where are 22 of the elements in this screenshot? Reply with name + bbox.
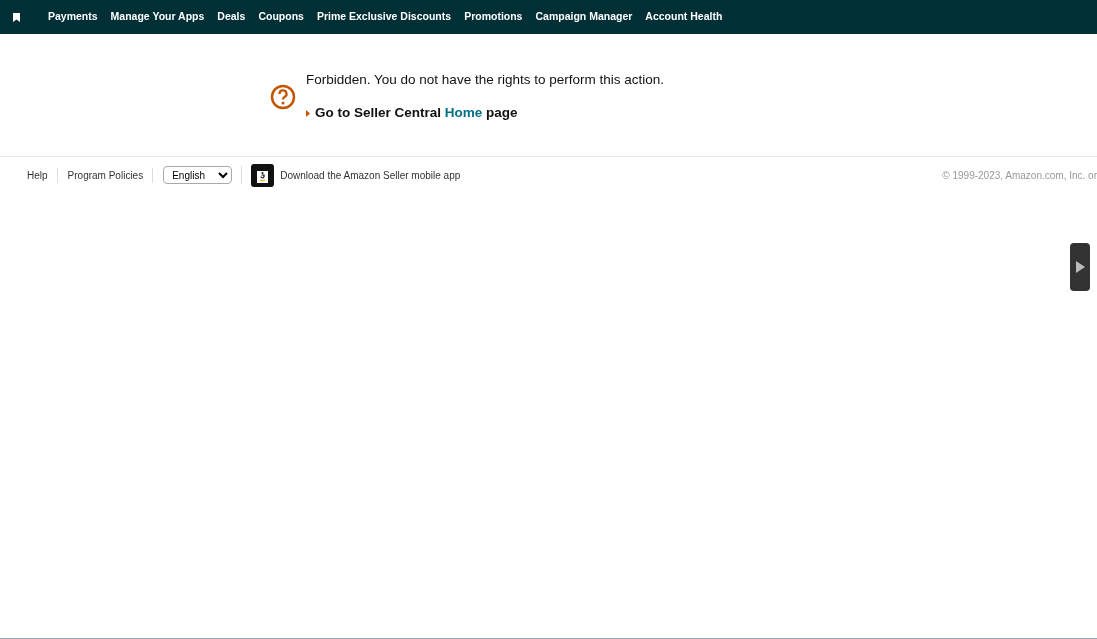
footer-link[interactable]: Help	[27, 167, 58, 183]
side-panel-toggle[interactable]	[1070, 243, 1090, 291]
question-icon	[270, 83, 296, 110]
nav-link[interactable]: Coupons	[258, 9, 304, 25]
nav-link[interactable]: Payments	[48, 9, 98, 25]
error-message: Forbidden. You do not have the rights to perform this action.	[306, 71, 664, 89]
nav-link[interactable]: Campaign Manager	[535, 9, 633, 25]
nav-link[interactable]: Prime Exclusive Discounts	[316, 9, 452, 25]
nav-link[interactable]: Manage Your Apps	[110, 9, 205, 25]
nav-link[interactable]: Account Health	[645, 9, 723, 25]
copyright-text: © 1999-2023, Amazon.com, Inc. or	[942, 168, 1097, 183]
home-link[interactable]: Home	[444, 105, 483, 121]
language-select[interactable]: English	[163, 166, 233, 184]
play-icon	[1075, 261, 1085, 273]
caret-icon	[306, 109, 310, 117]
nav-link[interactable]: Promotions	[464, 9, 523, 25]
app-download-text: Download the Amazon Seller mobile app	[280, 168, 461, 183]
footer-link[interactable]: Program Policies	[67, 167, 154, 183]
shopping-bag-icon[interactable]	[251, 163, 275, 187]
bookmark-icon[interactable]	[13, 12, 20, 22]
home-link-text: Go to Seller Central Home page	[315, 104, 518, 123]
nav-link[interactable]: Deals	[217, 9, 246, 25]
